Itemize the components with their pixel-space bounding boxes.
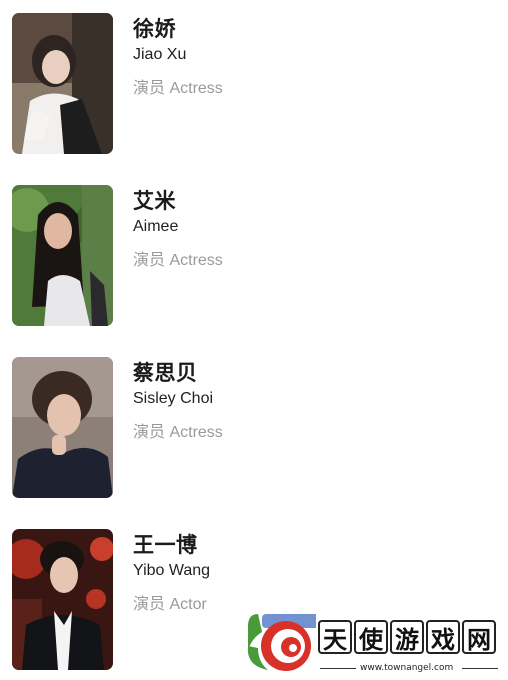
cast-name-en: Sisley Choi	[133, 390, 214, 407]
cast-role: 演员 Actress	[133, 424, 223, 441]
watermark-title: 天 使 游 戏 网	[318, 620, 496, 654]
cast-name-cn: 徐娇	[133, 17, 176, 41]
cast-item-sisley-choi[interactable]: 蔡思贝 Sisley Choi 演员 Actress	[12, 357, 492, 498]
cast-photo	[12, 529, 113, 670]
watermark-divider	[462, 668, 498, 669]
watermark-url: www.townangel.com	[360, 663, 454, 673]
cast-photo	[12, 357, 113, 498]
watermark-char: 戏	[426, 620, 460, 654]
watermark-divider	[320, 668, 356, 669]
watermark-char: 天	[318, 620, 352, 654]
cast-name-cn: 蔡思贝	[133, 361, 198, 385]
cast-photo	[12, 185, 113, 326]
cast-name-en: Aimee	[133, 218, 179, 235]
cast-role: 演员 Actress	[133, 80, 223, 97]
cast-item-aimee[interactable]: 艾米 Aimee 演员 Actress	[12, 185, 492, 326]
cast-photo	[12, 13, 113, 154]
cast-name-en: Yibo Wang	[133, 562, 211, 579]
cast-name-cn: 王一博	[133, 533, 198, 557]
cast-item-jiao-xu[interactable]: 徐娇 Jiao Xu 演员 Actress	[12, 13, 492, 154]
cast-list: 徐娇 Jiao Xu 演员 Actress 艾米 Aimee 演员 Actres…	[0, 0, 508, 680]
watermark-char: 游	[390, 620, 424, 654]
watermark-char: 使	[354, 620, 388, 654]
cast-role: 演员 Actress	[133, 252, 223, 269]
cast-name-cn: 艾米	[133, 189, 176, 213]
watermark-logo-icon	[238, 610, 320, 672]
cast-name-en: Jiao Xu	[133, 46, 187, 63]
watermark-char: 网	[462, 620, 496, 654]
cast-role: 演员 Actor	[133, 596, 207, 613]
site-watermark: 天 使 游 戏 网 www.townangel.com	[238, 608, 504, 678]
